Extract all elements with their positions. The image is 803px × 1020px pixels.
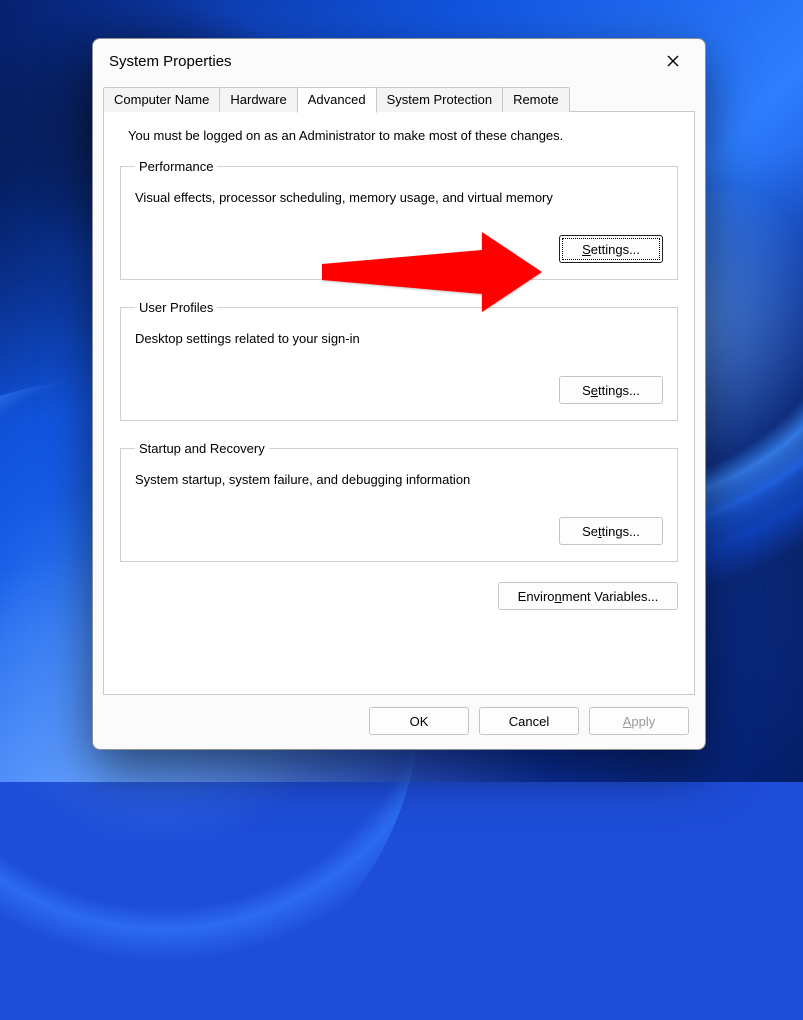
performance-settings-button[interactable]: Settings... [559,235,663,263]
close-button[interactable] [653,47,693,75]
environment-variables-button[interactable]: Environment Variables... [498,582,678,610]
group-user-profiles-desc: Desktop settings related to your sign-in [135,331,663,346]
accel-char: S [582,242,591,257]
tab-advanced[interactable]: Advanced [297,87,377,113]
close-icon [667,55,679,67]
cancel-button[interactable]: Cancel [479,707,579,735]
group-performance-desc: Visual effects, processor scheduling, me… [135,190,663,205]
startup-recovery-settings-button[interactable]: Settings... [559,517,663,545]
admin-note: You must be logged on as an Administrato… [120,128,678,143]
tabstrip: Computer Name Hardware Advanced System P… [93,87,705,112]
group-startup-recovery-legend: Startup and Recovery [135,441,269,456]
tab-computer-name[interactable]: Computer Name [103,87,220,112]
group-startup-recovery-desc: System startup, system failure, and debu… [135,472,663,487]
group-user-profiles-legend: User Profiles [135,300,217,315]
group-user-profiles: User Profiles Desktop settings related t… [120,300,678,421]
tab-system-protection[interactable]: System Protection [376,87,504,112]
tab-hardware[interactable]: Hardware [219,87,297,112]
apply-button[interactable]: Apply [589,707,689,735]
tab-content-advanced: You must be logged on as an Administrato… [103,112,695,695]
titlebar: System Properties [93,39,705,81]
ok-button[interactable]: OK [369,707,469,735]
accel-char: n [555,589,562,604]
group-startup-recovery: Startup and Recovery System startup, sys… [120,441,678,562]
tab-remote[interactable]: Remote [502,87,570,112]
dialog-title: System Properties [109,53,232,70]
system-properties-dialog: System Properties Computer Name Hardware… [92,38,706,750]
group-performance-legend: Performance [135,159,217,174]
accel-char: A [623,714,632,729]
accel-char: e [591,383,598,398]
user-profiles-settings-button[interactable]: Settings... [559,376,663,404]
accel-char: t [598,524,602,539]
group-performance: Performance Visual effects, processor sc… [120,159,678,280]
dialog-footer: OK Cancel Apply [93,695,705,749]
